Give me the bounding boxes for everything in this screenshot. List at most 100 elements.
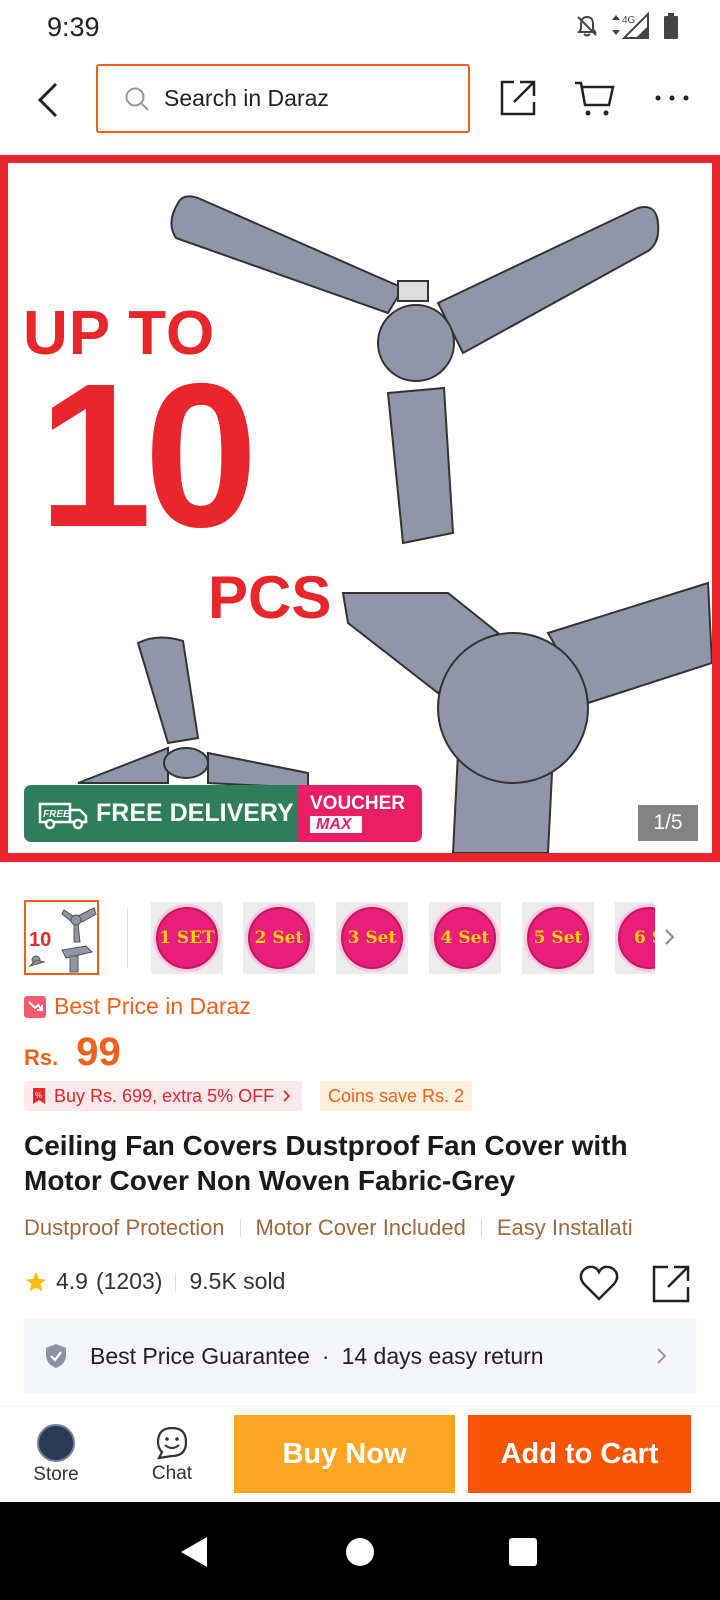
set-badge: 2 Set <box>245 904 313 972</box>
nav-back-button[interactable] <box>174 1532 214 1572</box>
back-button[interactable] <box>30 78 66 122</box>
trending-icon <box>24 995 46 1018</box>
voucher-max-section: VOUCHER MAX <box>298 785 422 842</box>
product-price: Rs. 99 <box>24 1030 121 1075</box>
share-icon[interactable] <box>650 1263 692 1305</box>
voucher-icon: % <box>33 1088 45 1104</box>
status-time: 9:39 <box>47 12 100 42</box>
status-icons: 4G <box>574 12 680 40</box>
header: Search in Daraz <box>0 56 720 146</box>
store-label: Store <box>33 1464 79 1485</box>
delivery-truck-icon: FREE <box>38 802 88 829</box>
chat-button[interactable]: Chat <box>122 1407 222 1503</box>
thumbnail-fan-image: 10 <box>28 907 97 973</box>
search-input[interactable]: Search in Daraz <box>96 64 470 133</box>
best-price-label: Best Price in Daraz <box>24 993 251 1020</box>
svg-text:10: 10 <box>29 929 51 951</box>
image-page-indicator: 1/5 <box>638 805 698 841</box>
set-badge: 6 S <box>615 904 655 972</box>
review-count: (1203) <box>95 1268 163 1294</box>
svg-text:%: % <box>35 1091 42 1100</box>
svg-text:FREE: FREE <box>43 809 70 820</box>
set-badge: 5 Set <box>524 904 592 972</box>
set-badge: 3 Set <box>338 904 406 972</box>
promo-chip-coins-text: Coins save Rs. 2 <box>328 1085 465 1106</box>
store-button[interactable]: Store <box>6 1407 106 1503</box>
nav-back-icon <box>181 1537 207 1567</box>
feature-divider <box>239 1219 241 1237</box>
feature-item: Easy Installati <box>496 1215 633 1240</box>
bottom-action-bar: Store Chat Buy Now Add to Cart <box>0 1406 720 1502</box>
product-image-gallery[interactable]: UP TO 10 PCS FREE FREE DELIVERY VOUCHER … <box>0 155 720 862</box>
thumbnail-2-set[interactable]: 2 Set <box>243 902 315 974</box>
free-delivery-section: FREE FREE DELIVERY <box>24 785 298 842</box>
chevron-right-icon <box>657 1348 667 1364</box>
more-options-button[interactable] <box>650 76 694 120</box>
promo-chip-coins[interactable]: Coins save Rs. 2 <box>320 1081 473 1111</box>
svg-text:4G: 4G <box>622 15 636 26</box>
search-placeholder: Search in Daraz <box>164 85 329 111</box>
thumbnail-6-set[interactable]: 6 S <box>615 902 655 974</box>
guarantee-text-price: Best Price Guarantee <box>90 1342 310 1369</box>
more-icon <box>655 95 689 101</box>
thumbnail-strip: 10 1 SET 2 Set 3 Set 4 Set 5 Set 6 S <box>0 900 720 975</box>
chat-label: Chat <box>151 1463 193 1484</box>
promo-chip-discount[interactable]: % Buy Rs. 699, extra 5% OFF <box>24 1081 303 1111</box>
promo-chip-discount-text: Buy Rs. 699, extra 5% OFF <box>54 1085 275 1106</box>
set-badge: 4 Set <box>431 904 499 972</box>
product-title: Ceiling Fan Covers Dustproof Fan Cover w… <box>24 1130 628 1196</box>
shield-icon <box>46 1344 66 1368</box>
voucher-text: VOUCHER <box>310 793 406 814</box>
add-to-cart-button[interactable]: Add to Cart <box>468 1415 691 1493</box>
sold-count: 9.5K sold <box>189 1268 286 1294</box>
chevron-right-icon <box>283 1090 291 1102</box>
thumbnail-selected[interactable]: 10 <box>24 900 99 975</box>
rating-divider <box>175 1272 177 1291</box>
chat-icon <box>156 1426 188 1460</box>
cart-button[interactable] <box>572 76 616 120</box>
search-icon <box>125 87 149 111</box>
guarantee-dot: · <box>321 1342 330 1369</box>
store-avatar <box>37 1424 75 1462</box>
system-navigation-bar <box>0 1502 720 1600</box>
nav-home-button[interactable] <box>340 1532 380 1572</box>
status-bar: 9:39 4G <box>0 0 720 56</box>
voucher-max-text: MAX <box>310 816 362 833</box>
wishlist-heart-icon[interactable] <box>578 1263 620 1303</box>
thumbnail-3-set[interactable]: 3 Set <box>336 902 408 974</box>
rating-value: 4.9 <box>56 1268 88 1294</box>
thumbnail-1-set[interactable]: 1 SET <box>151 902 223 974</box>
rating-row[interactable]: 4.9 (1203) 9.5K sold <box>24 1268 285 1295</box>
notifications-off-icon <box>577 15 597 37</box>
guarantee-text-return: 14 days easy return <box>341 1342 544 1369</box>
price-value: 99 <box>76 1030 121 1074</box>
promo-text-number: 10 <box>38 341 258 570</box>
share-button[interactable] <box>496 76 540 120</box>
star-icon <box>26 1271 46 1291</box>
chevron-right-icon[interactable] <box>660 922 680 952</box>
signal-icon: 4G <box>612 12 649 39</box>
best-price-text: Best Price in Daraz <box>54 993 251 1019</box>
share-icon <box>500 80 536 116</box>
feature-divider <box>480 1219 482 1237</box>
guarantee-row[interactable]: Best Price Guarantee · 14 days easy retu… <box>24 1318 696 1394</box>
free-delivery-badge: FREE FREE DELIVERY VOUCHER MAX <box>24 785 422 842</box>
nav-recents-button[interactable] <box>503 1532 543 1572</box>
buy-now-button[interactable]: Buy Now <box>234 1415 455 1493</box>
free-delivery-text: FREE DELIVERY <box>96 799 294 827</box>
nav-home-icon <box>346 1538 374 1566</box>
product-image: UP TO 10 PCS FREE FREE DELIVERY VOUCHER … <box>8 163 712 853</box>
promo-text-pcs: PCS <box>208 564 332 631</box>
thumbnail-4-set[interactable]: 4 Set <box>429 902 501 974</box>
price-currency: Rs. <box>24 1045 59 1070</box>
feature-item: Motor Cover Included <box>255 1215 466 1240</box>
feature-item: Dustproof Protection <box>24 1215 225 1240</box>
cart-icon <box>575 81 615 116</box>
set-badge: 1 SET <box>153 904 221 972</box>
nav-recents-icon <box>509 1538 537 1566</box>
thumbnail-divider <box>127 908 128 968</box>
back-arrow-icon <box>37 82 58 118</box>
product-features: Dustproof Protection Motor Cover Include… <box>24 1215 696 1241</box>
battery-icon <box>664 13 678 39</box>
thumbnail-5-set[interactable]: 5 Set <box>522 902 594 974</box>
